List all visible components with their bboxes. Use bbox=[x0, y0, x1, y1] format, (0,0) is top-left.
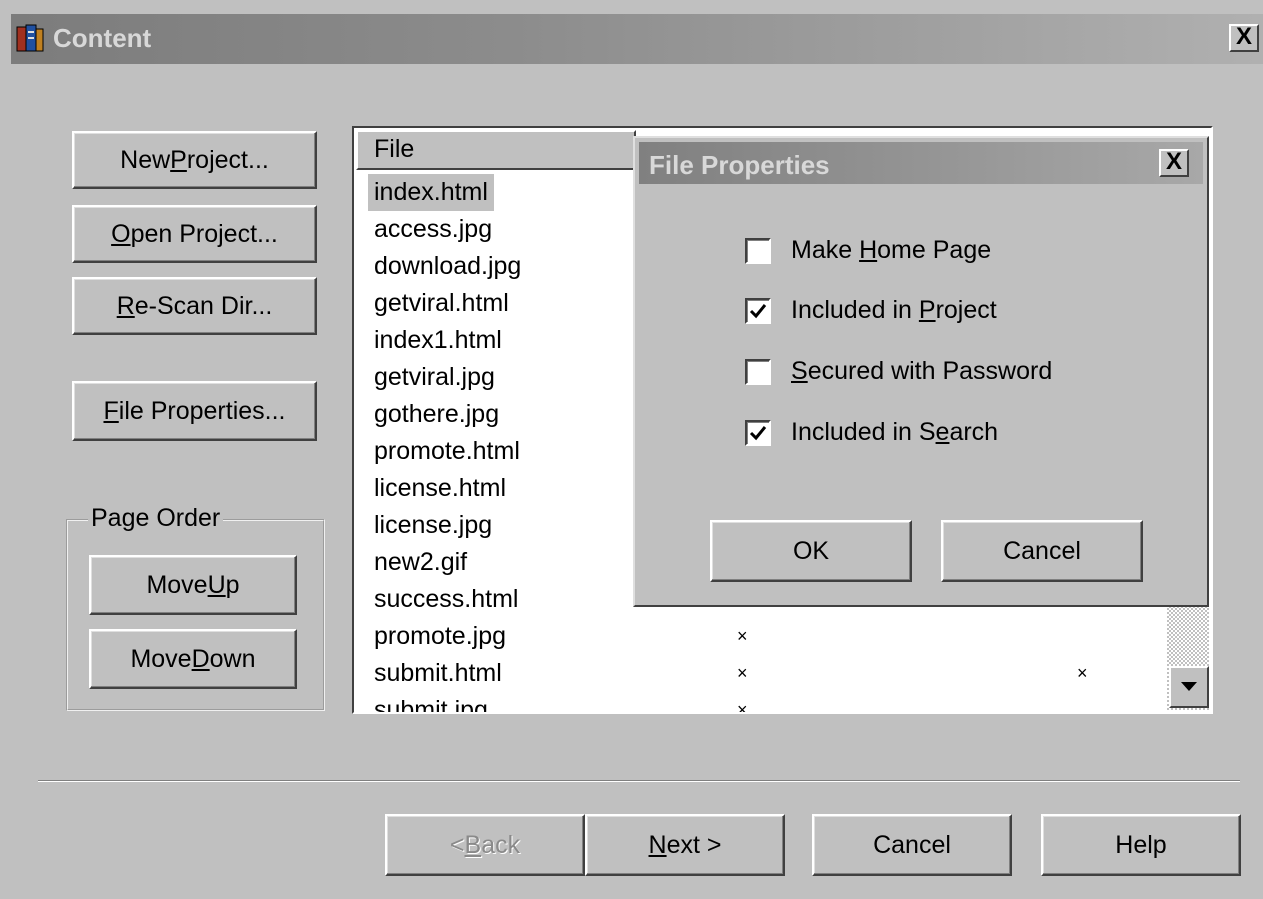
file-rows: index.html access.jpg download.jpg getvi… bbox=[368, 174, 527, 712]
list-item[interactable]: license.html bbox=[368, 470, 512, 507]
next-button[interactable]: Next > bbox=[585, 814, 785, 876]
included-in-project-checkbox[interactable] bbox=[745, 297, 771, 324]
book-icon bbox=[16, 24, 44, 52]
included-in-search-label: Included in Search bbox=[791, 418, 999, 446]
scroll-down-button[interactable] bbox=[1169, 666, 1209, 708]
file-properties-button[interactable]: File Properties... bbox=[72, 381, 317, 441]
cancel-button[interactable]: Cancel bbox=[812, 814, 1012, 876]
checkmark-icon bbox=[749, 303, 767, 318]
back-button[interactable]: < Back bbox=[385, 814, 585, 876]
included-in-project-label: Included in Project bbox=[791, 296, 997, 324]
window-title: Content bbox=[53, 23, 152, 53]
list-item[interactable]: gothere.jpg bbox=[368, 396, 505, 433]
list-item[interactable]: index.html bbox=[368, 174, 494, 211]
dialog-title-bar: File Properties bbox=[639, 142, 1203, 184]
column-mark: × bbox=[737, 626, 748, 646]
included-in-project-option[interactable]: Included in Project bbox=[745, 296, 997, 325]
make-home-page-checkbox[interactable] bbox=[745, 237, 771, 264]
included-in-search-checkbox[interactable] bbox=[745, 419, 771, 446]
title-bar: Content bbox=[11, 14, 1263, 64]
list-item[interactable]: promote.html bbox=[368, 433, 526, 470]
make-home-page-option[interactable]: Make Home Page bbox=[745, 236, 991, 265]
checkmark-icon bbox=[749, 425, 767, 440]
file-properties-dialog: File Properties X Make Home Page Include… bbox=[633, 136, 1209, 607]
rescan-dir-button[interactable]: Re-Scan Dir... bbox=[72, 277, 317, 335]
dialog-close-button[interactable]: X bbox=[1159, 149, 1189, 177]
list-item[interactable]: submit.html bbox=[368, 655, 508, 692]
down-arrow-icon bbox=[1181, 682, 1197, 691]
secured-with-password-checkbox[interactable] bbox=[745, 358, 771, 385]
close-icon: X bbox=[1165, 148, 1182, 175]
make-home-page-label: Make Home Page bbox=[791, 236, 992, 264]
dialog-title: File Properties bbox=[649, 150, 830, 180]
list-item[interactable]: submit.jpg bbox=[368, 692, 494, 712]
dialog-cancel-button[interactable]: Cancel bbox=[941, 520, 1143, 582]
move-down-button[interactable]: Move Down bbox=[89, 629, 297, 689]
list-item[interactable]: promote.jpg bbox=[368, 618, 512, 655]
list-item[interactable]: download.jpg bbox=[368, 248, 527, 285]
list-item[interactable]: success.html bbox=[368, 581, 524, 618]
column-mark: × bbox=[1077, 663, 1088, 683]
move-up-button[interactable]: Move Up bbox=[89, 555, 297, 615]
page-order-legend: Page Order bbox=[88, 504, 224, 533]
list-item[interactable]: license.jpg bbox=[368, 507, 498, 544]
list-item[interactable]: getviral.html bbox=[368, 285, 515, 322]
ok-button[interactable]: OK bbox=[710, 520, 912, 582]
new-project-button[interactable]: New Project... bbox=[72, 131, 317, 189]
list-item[interactable]: access.jpg bbox=[368, 211, 498, 248]
column-mark: × bbox=[737, 663, 748, 683]
help-button[interactable]: Help bbox=[1041, 814, 1241, 876]
list-item[interactable]: new2.gif bbox=[368, 544, 473, 581]
secured-with-password-option[interactable]: Secured with Password bbox=[745, 357, 1052, 386]
close-icon: X bbox=[1235, 23, 1252, 50]
column-mark: × bbox=[737, 700, 748, 714]
list-item[interactable]: index1.html bbox=[368, 322, 508, 359]
file-column-header[interactable]: File bbox=[356, 130, 636, 170]
open-project-button[interactable]: Open Project... bbox=[72, 205, 317, 263]
included-in-search-option[interactable]: Included in Search bbox=[745, 418, 998, 447]
list-item[interactable]: getviral.jpg bbox=[368, 359, 501, 396]
separator bbox=[38, 780, 1240, 782]
window-close-button[interactable]: X bbox=[1229, 24, 1259, 52]
secured-with-password-label: Secured with Password bbox=[791, 357, 1053, 385]
